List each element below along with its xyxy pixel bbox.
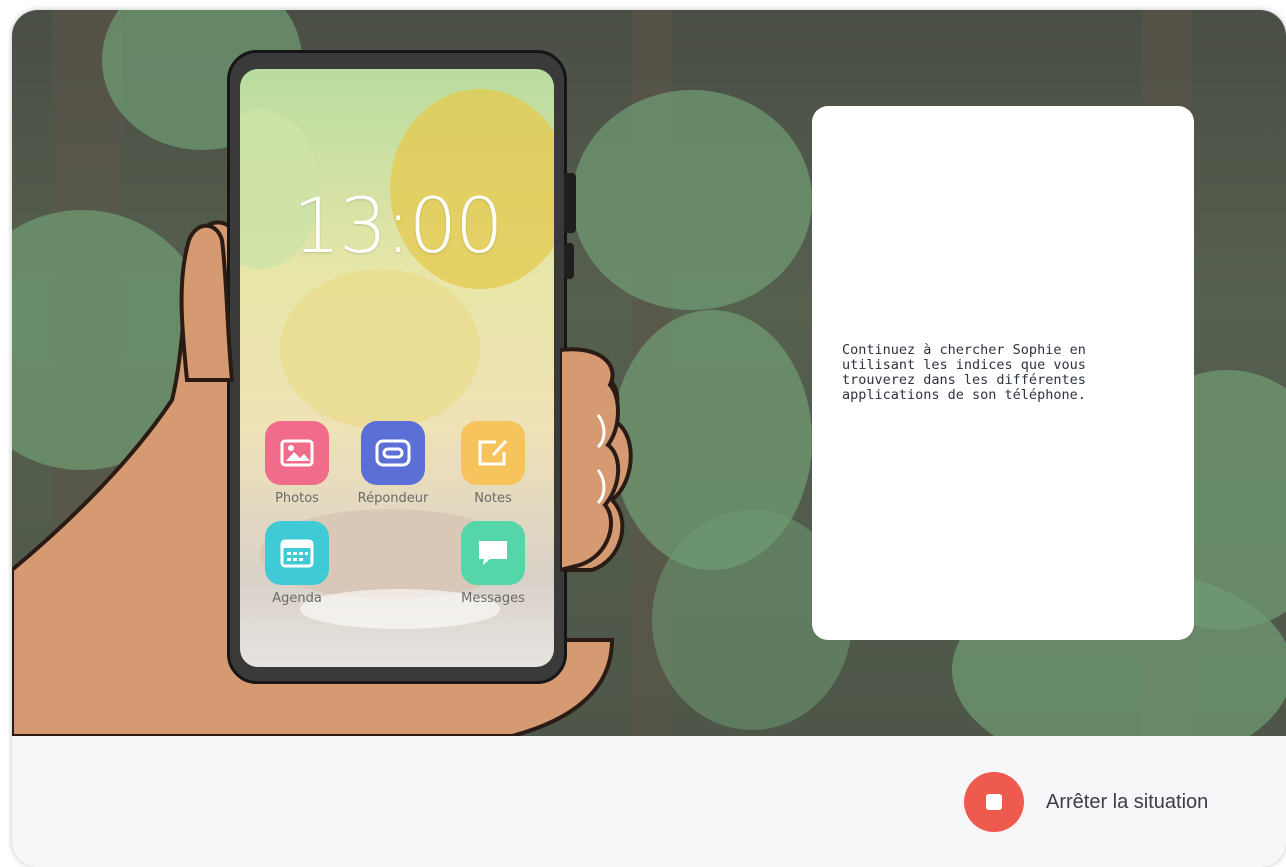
app-voicemail[interactable]: Répondeur (348, 421, 438, 506)
phone-screen: 13:00 Photos Répondeur Notes Agenda Mess… (240, 69, 554, 667)
phone: 13:00 Photos Répondeur Notes Agenda Mess… (227, 50, 576, 684)
stop-icon (964, 772, 1024, 832)
forest-scene: 13:00 Photos Répondeur Notes Agenda Mess… (12, 10, 1286, 736)
instruction-card: Continuez à chercher Sophie en utilisant… (812, 106, 1194, 640)
lock-screen-clock: 13:00 (292, 181, 503, 270)
thumb (179, 223, 235, 382)
app-agenda[interactable]: Agenda (252, 521, 342, 606)
stop-square (986, 794, 1002, 810)
app-label: Répondeur (357, 491, 429, 506)
app-photos[interactable]: Photos (252, 421, 342, 506)
wallpaper-foliage (280, 269, 480, 429)
phone-side-button (564, 243, 574, 279)
voicemail-icon (361, 421, 425, 485)
app-label: Photos (275, 491, 319, 506)
photo-icon (265, 421, 329, 485)
app-label: Notes (474, 491, 512, 506)
note-icon (461, 421, 525, 485)
bottom-bar: Arrêter la situation (12, 736, 1286, 867)
phone-side-button (564, 173, 576, 233)
app-label: Agenda (272, 591, 322, 606)
stop-situation-label: Arrêter la situation (1046, 790, 1209, 813)
app-label: Messages (461, 591, 525, 606)
instruction-text: Continuez à chercher Sophie en utilisant… (842, 342, 1086, 403)
app-messages[interactable]: Messages (448, 521, 538, 606)
calendar-icon (265, 521, 329, 585)
app-notes[interactable]: Notes (448, 421, 538, 506)
fingers (560, 347, 621, 573)
stop-situation-button[interactable]: Arrêter la situation (964, 770, 1208, 834)
game-frame: 13:00 Photos Répondeur Notes Agenda Mess… (12, 10, 1286, 867)
message-icon (461, 521, 525, 585)
